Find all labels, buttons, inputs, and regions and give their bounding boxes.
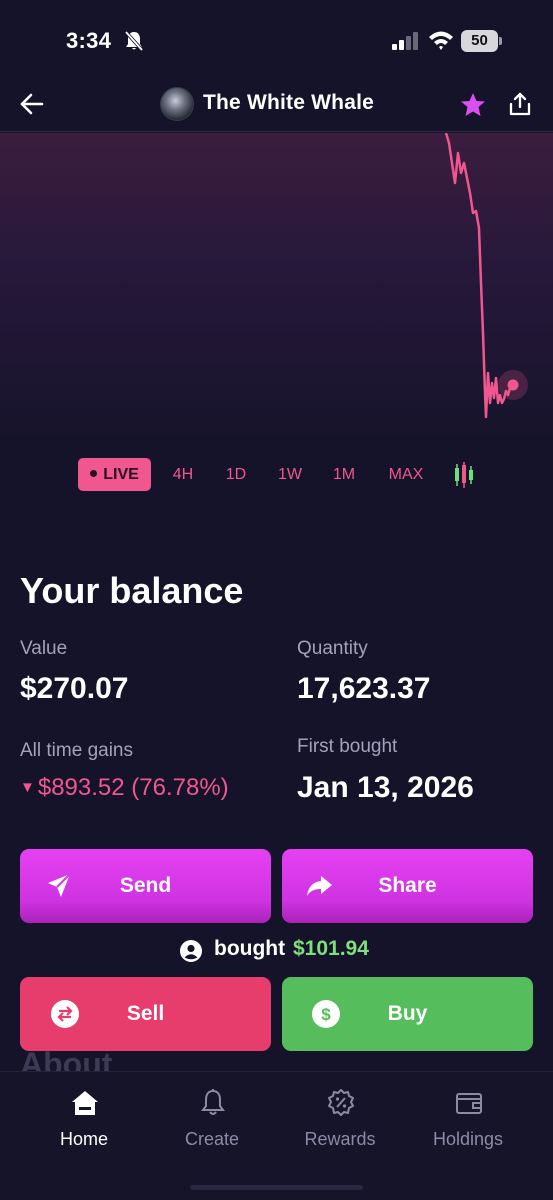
gains-value: $893.52 (76.78%) (37, 774, 229, 801)
quantity-amount: 17,623.37 (297, 672, 431, 705)
tab-live[interactable]: LIVE (78, 458, 151, 491)
tab-max[interactable]: MAX (380, 458, 432, 491)
down-triangle-icon: ▼ (20, 779, 35, 796)
sell-button[interactable]: Sell (20, 977, 271, 1051)
status-bar: 3:34 50 (0, 0, 553, 80)
value-label: Value (20, 638, 68, 659)
first-bought-label: First bought (297, 736, 398, 757)
nav-holdings[interactable]: Holdings (408, 1072, 528, 1172)
status-time: 3:34 (66, 28, 112, 53)
tab-1m[interactable]: 1M (324, 458, 364, 491)
home-icon (72, 1091, 98, 1115)
live-point (507, 379, 519, 391)
send-label: Send (119, 874, 172, 897)
nav-create-label: Create (184, 1129, 240, 1149)
send-button[interactable]: Send (20, 849, 271, 923)
price-chart-svg (444, 133, 528, 419)
quantity-label: Quantity (297, 638, 368, 659)
nav-holdings-label: Holdings (432, 1129, 504, 1149)
wifi-icon (429, 31, 453, 50)
percent-badge-icon (328, 1089, 354, 1116)
price-chart[interactable] (0, 133, 553, 433)
gains-value-row: ▼ $893.52 (76.78%) (20, 774, 229, 802)
star-icon[interactable] (460, 92, 486, 118)
tab-live-label: LIVE (103, 466, 139, 483)
tab-1w[interactable]: 1W (270, 458, 310, 491)
nav-home[interactable]: Home (24, 1072, 144, 1172)
first-bought-date: Jan 13, 2026 (297, 771, 474, 804)
timeframe-tabs: LIVE 4H 1D 1W 1M MAX (0, 458, 553, 492)
battery-icon: 50 (461, 30, 503, 52)
bought-amount: $101.94 (293, 937, 369, 960)
candlestick-icon[interactable] (453, 462, 475, 488)
nav-rewards[interactable]: Rewards (280, 1072, 400, 1172)
user-circle-icon (180, 940, 202, 962)
live-dot-icon (90, 470, 98, 477)
share-upload-icon[interactable] (507, 91, 533, 117)
nav-create[interactable]: Create (152, 1072, 272, 1172)
bought-text: bought (214, 937, 286, 960)
home-indicator[interactable] (190, 1185, 363, 1190)
buy-button[interactable]: $ Buy (282, 977, 533, 1051)
bell-slash-icon (124, 30, 144, 52)
top-header: The White Whale (0, 80, 553, 132)
share-button[interactable]: Share (282, 849, 533, 923)
gains-label: All time gains (20, 740, 133, 761)
recent-activity: bought $101.94 (0, 936, 553, 966)
sell-label: Sell (126, 1002, 165, 1025)
value-amount: $270.07 (20, 672, 129, 705)
balance-title: Your balance (20, 570, 244, 611)
coin-avatar (160, 87, 194, 121)
buy-label: Buy (387, 1002, 428, 1025)
signal-icon (392, 32, 418, 50)
nav-rewards-label: Rewards (304, 1129, 376, 1149)
battery-level: 50 (471, 32, 488, 49)
bottom-nav: Home Create Rewards Holdings (0, 1071, 553, 1200)
back-arrow-icon[interactable] (18, 90, 46, 118)
share-label: Share (378, 874, 437, 897)
tab-1d[interactable]: 1D (216, 458, 256, 491)
bell-icon (201, 1089, 225, 1115)
nav-home-label: Home (59, 1129, 108, 1149)
wallet-icon (456, 1093, 482, 1114)
coin-title: The White Whale (203, 91, 374, 114)
tab-4h[interactable]: 4H (163, 458, 203, 491)
